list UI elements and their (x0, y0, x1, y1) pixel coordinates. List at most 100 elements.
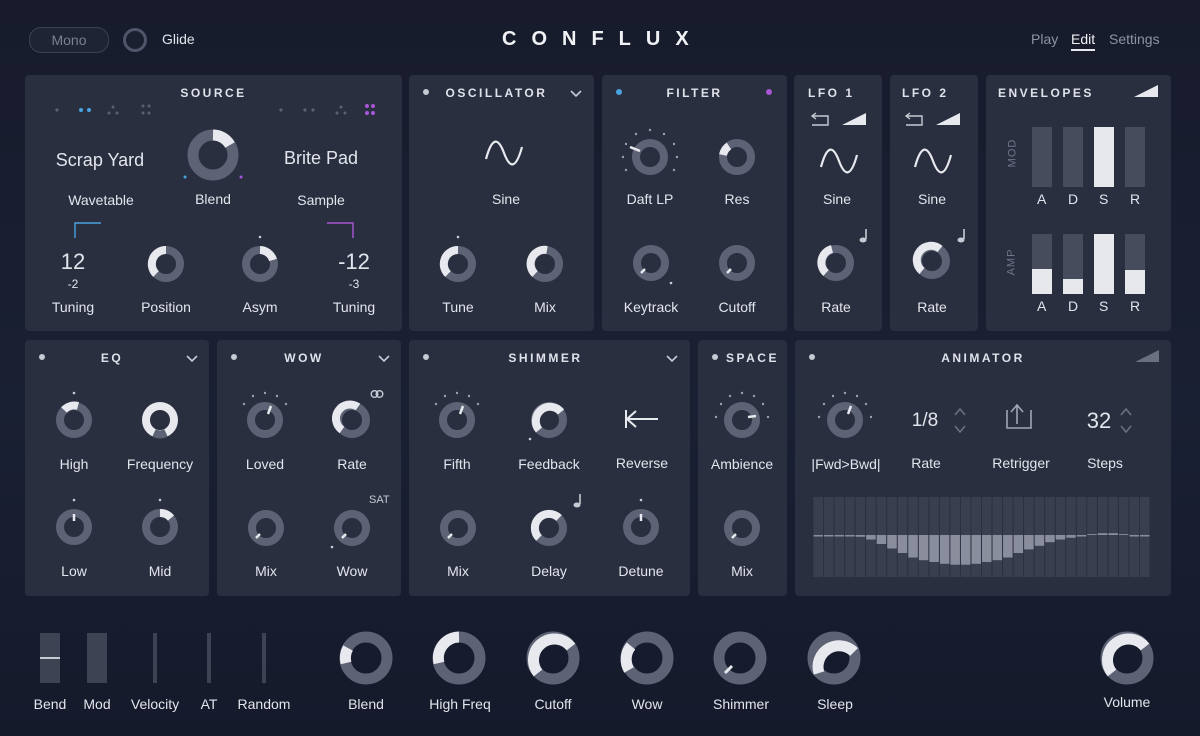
cutoff-knob[interactable] (717, 243, 757, 283)
loved-knob[interactable] (235, 385, 295, 445)
amp-envelope-bar-d[interactable] (1063, 234, 1083, 294)
mod-envelope-bar-a[interactable] (1032, 127, 1052, 187)
detune-knob[interactable] (621, 497, 661, 547)
left-tuning-fine[interactable]: -2 (68, 277, 79, 291)
saturation-label[interactable]: SAT (369, 494, 390, 506)
mod-wheel[interactable] (87, 633, 107, 683)
step-slot[interactable] (824, 497, 834, 577)
glide-toggle[interactable] (123, 28, 147, 52)
ambience-knob[interactable] (712, 385, 772, 445)
macro-cutoff-knob[interactable] (523, 628, 583, 688)
envelope-ramp-icon[interactable] (1134, 83, 1160, 99)
step-slot[interactable] (1108, 497, 1118, 577)
nav-play[interactable]: Play (1031, 31, 1058, 47)
macro-sleep-knob[interactable] (804, 628, 864, 688)
step-sequencer[interactable] (813, 497, 1150, 577)
chevron-down-icon[interactable] (569, 89, 583, 99)
step-slot[interactable] (1087, 497, 1097, 577)
reverse-arrow-icon[interactable] (624, 408, 660, 430)
envelope-ramp-icon[interactable] (842, 111, 868, 127)
step-slot[interactable] (1139, 497, 1150, 577)
filter-type-label[interactable]: Daft LP (627, 191, 674, 207)
right-source-type[interactable]: Sample (297, 192, 344, 208)
asym-knob[interactable] (240, 234, 280, 284)
space-mix-knob[interactable] (722, 508, 762, 548)
wow-mix-knob[interactable] (246, 508, 286, 548)
amp-envelope-bar-r[interactable] (1125, 234, 1145, 294)
envelope-ramp-icon[interactable] (1135, 348, 1161, 364)
step-slot[interactable] (1097, 497, 1108, 577)
right-mode-selector-icon[interactable] (277, 103, 379, 117)
step-slot[interactable] (855, 497, 866, 577)
right-tuning-value[interactable]: -12 (338, 249, 370, 275)
mod-envelope-bar-d[interactable] (1063, 127, 1083, 187)
note-sync-icon[interactable] (956, 228, 968, 244)
osc-mix-knob[interactable] (525, 244, 565, 284)
nav-settings[interactable]: Settings (1109, 31, 1160, 47)
lfo2-rate-knob[interactable] (912, 241, 952, 281)
wow-amount-knob[interactable] (329, 506, 373, 550)
chevron-down-icon[interactable] (665, 354, 679, 364)
retrigger-icon[interactable] (1003, 402, 1033, 432)
res-knob[interactable] (717, 137, 757, 177)
aftertouch-strip[interactable] (207, 633, 211, 683)
eq-low-knob[interactable] (54, 497, 94, 547)
volume-knob[interactable] (1097, 628, 1157, 688)
oscillator-wave-label[interactable]: Sine (492, 191, 520, 207)
delay-knob[interactable] (529, 508, 569, 548)
random-strip[interactable] (262, 633, 266, 683)
left-source-name[interactable]: Scrap Yard (56, 150, 144, 171)
steps-stepper-icon[interactable] (1119, 406, 1133, 436)
chevron-down-icon[interactable] (185, 354, 199, 364)
right-tuning-fine[interactable]: -3 (349, 277, 360, 291)
note-sync-icon[interactable] (572, 493, 584, 509)
eq-frequency-knob[interactable] (140, 400, 180, 440)
step-slot[interactable] (845, 497, 855, 577)
amp-envelope-bar-a[interactable] (1032, 234, 1052, 294)
keytrack-knob[interactable] (631, 243, 675, 287)
bend-wheel[interactable] (40, 633, 60, 683)
step-slot[interactable] (834, 497, 845, 577)
shimmer-mix-knob[interactable] (438, 508, 478, 548)
macro-wow-knob[interactable] (617, 628, 677, 688)
macro-shimmer-knob[interactable] (710, 628, 770, 688)
tune-knob[interactable] (438, 234, 478, 284)
lfo1-rate-knob[interactable] (816, 243, 856, 283)
position-knob[interactable] (146, 244, 186, 284)
blend-knob[interactable] (183, 125, 243, 185)
step-slot[interactable] (1129, 497, 1139, 577)
right-source-name[interactable]: Brite Pad (284, 148, 358, 169)
space-enable-dot[interactable] (712, 354, 718, 360)
fifth-knob[interactable] (427, 385, 487, 445)
macro-high-freq-knob[interactable] (429, 628, 489, 688)
feedback-knob[interactable] (525, 398, 569, 442)
envelope-ramp-icon[interactable] (936, 111, 962, 127)
note-sync-icon[interactable] (858, 228, 870, 244)
animator-steps-value[interactable]: 32 (1087, 408, 1111, 434)
nav-edit[interactable]: Edit (1071, 31, 1096, 51)
retrigger-icon[interactable] (810, 111, 832, 127)
rate-stepper-icon[interactable] (953, 406, 967, 436)
mod-envelope-bar-s[interactable] (1094, 127, 1114, 187)
mod-envelope-bar-r[interactable] (1125, 127, 1145, 187)
lfo1-wave-label[interactable]: Sine (823, 191, 851, 207)
velocity-strip[interactable] (153, 633, 157, 683)
left-tuning-value[interactable]: 12 (61, 249, 85, 275)
step-slot[interactable] (1118, 497, 1129, 577)
step-slot[interactable] (813, 497, 824, 577)
chevron-down-icon[interactable] (377, 354, 391, 364)
link-icon[interactable] (370, 389, 384, 399)
lfo2-wave-label[interactable]: Sine (918, 191, 946, 207)
eq-high-knob[interactable] (54, 390, 94, 440)
left-source-type[interactable]: Wavetable (68, 192, 134, 208)
amp-envelope-bar-s[interactable] (1094, 234, 1114, 294)
animator-mode-knob[interactable] (815, 385, 875, 445)
wow-rate-knob[interactable] (332, 400, 372, 440)
macro-blend-knob[interactable] (336, 628, 396, 688)
filter-type-knob[interactable] (620, 127, 680, 187)
mono-button[interactable]: Mono (29, 27, 109, 53)
retrigger-icon[interactable] (904, 111, 926, 127)
filter-right-dot[interactable] (766, 89, 772, 95)
animator-rate-value[interactable]: 1/8 (912, 410, 938, 432)
left-mode-selector-icon[interactable] (53, 103, 155, 117)
